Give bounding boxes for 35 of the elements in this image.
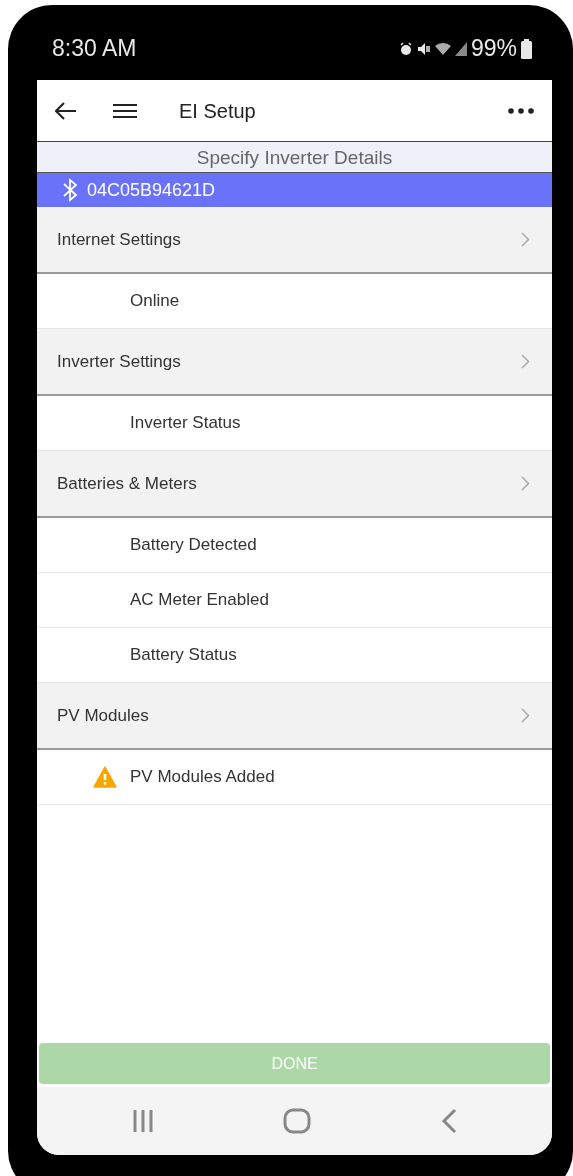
status-time: 8:30 AM: [52, 34, 137, 64]
chevron-right-icon: [521, 354, 530, 369]
status-item-label: Battery Status: [130, 644, 237, 667]
chevron-right-icon: [521, 708, 530, 723]
status-item-label: Online: [130, 290, 180, 313]
mute-icon: [416, 41, 431, 56]
chevron-right-icon: [521, 232, 530, 247]
signal-icon: [454, 41, 467, 56]
back-icon[interactable]: [441, 1108, 458, 1134]
chevron-right-icon: [521, 476, 530, 491]
status-item-label: PV Modules Added: [130, 766, 275, 789]
page-subtitle: Specify Inverter Details: [37, 142, 552, 173]
back-arrow-icon[interactable]: [55, 101, 77, 120]
status-item-label: Battery Detected: [130, 534, 257, 557]
device-id: 04C05B94621D: [87, 178, 216, 202]
section-label: PV Modules: [57, 704, 149, 727]
section-header[interactable]: Batteries & Meters: [37, 451, 552, 518]
status-item-label: Inverter Status: [130, 412, 241, 435]
battery-percent: 99%: [470, 34, 517, 64]
section-label: Inverter Settings: [57, 350, 181, 373]
wifi-icon: [434, 41, 451, 56]
section-header[interactable]: Inverter Settings: [37, 329, 552, 396]
section-label: Batteries & Meters: [57, 472, 197, 495]
app-title: EI Setup: [179, 98, 256, 124]
bluetooth-icon: [63, 178, 77, 202]
section-label: Internet Settings: [57, 228, 181, 251]
home-icon[interactable]: [283, 1108, 312, 1134]
alarm-icon: [398, 41, 413, 56]
status-item-label: AC Meter Enabled: [130, 589, 269, 612]
more-options-icon[interactable]: [508, 107, 534, 114]
menu-icon[interactable]: [113, 102, 137, 119]
section-header[interactable]: PV Modules: [37, 683, 552, 750]
battery-icon: [521, 38, 532, 59]
section-header[interactable]: Internet Settings: [37, 207, 552, 274]
recent-apps-icon[interactable]: [131, 1109, 154, 1133]
